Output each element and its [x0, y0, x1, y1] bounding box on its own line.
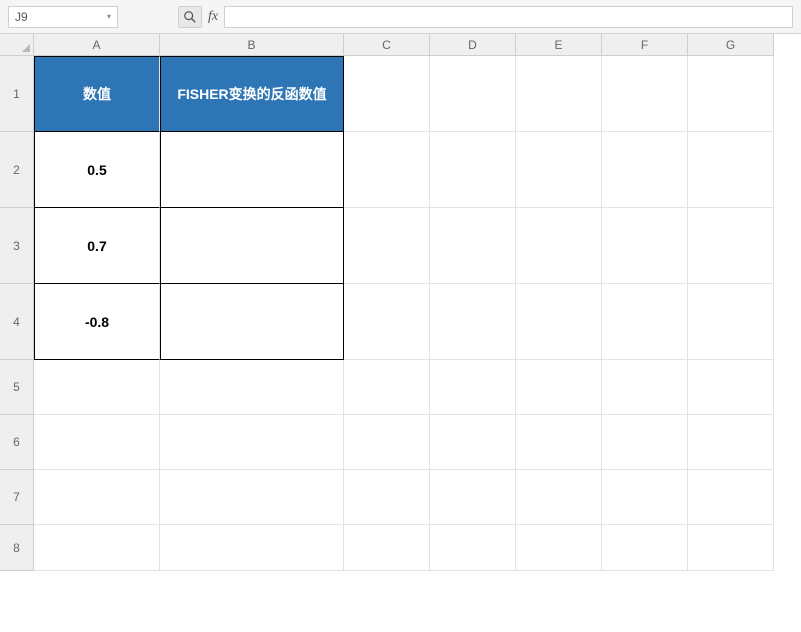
cell-B1[interactable]: FISHER变换的反函数值 [160, 56, 344, 132]
cell-C2[interactable] [344, 132, 430, 208]
col-header-C[interactable]: C [344, 34, 430, 56]
spreadsheet-grid: ABCDEFG 12345678 数值FISHER变换的反函数值0.50.7-0… [0, 34, 801, 632]
cell-E6[interactable] [516, 415, 602, 470]
cell-B5[interactable] [160, 360, 344, 415]
col-header-B[interactable]: B [160, 34, 344, 56]
cell-A3[interactable]: 0.7 [34, 208, 160, 284]
col-header-A[interactable]: A [34, 34, 160, 56]
cell-C8[interactable] [344, 525, 430, 571]
cell-C4[interactable] [344, 284, 430, 360]
cell-B6[interactable] [160, 415, 344, 470]
cell-C7[interactable] [344, 470, 430, 525]
name-box[interactable]: J9 ▾ [8, 6, 118, 28]
cell-E2[interactable] [516, 132, 602, 208]
cell-E1[interactable] [516, 56, 602, 132]
cell-E7[interactable] [516, 470, 602, 525]
cell-B8[interactable] [160, 525, 344, 571]
cell-A5[interactable] [34, 360, 160, 415]
row-header-7[interactable]: 7 [0, 470, 34, 525]
chevron-down-icon[interactable]: ▾ [107, 12, 111, 21]
cell-D4[interactable] [430, 284, 516, 360]
cell-D5[interactable] [430, 360, 516, 415]
cell-A8[interactable] [34, 525, 160, 571]
cell-A7[interactable] [34, 470, 160, 525]
column-headers: ABCDEFG [34, 34, 774, 56]
cell-G2[interactable] [688, 132, 774, 208]
cell-F3[interactable] [602, 208, 688, 284]
cell-F8[interactable] [602, 525, 688, 571]
cell-A6[interactable] [34, 415, 160, 470]
row-header-6[interactable]: 6 [0, 415, 34, 470]
cell-A1[interactable]: 数值 [34, 56, 160, 132]
cell-D2[interactable] [430, 132, 516, 208]
cell-F4[interactable] [602, 284, 688, 360]
row-header-1[interactable]: 1 [0, 56, 34, 132]
cell-C6[interactable] [344, 415, 430, 470]
cell-B4[interactable] [160, 284, 344, 360]
cell-G6[interactable] [688, 415, 774, 470]
cell-D6[interactable] [430, 415, 516, 470]
cell-E3[interactable] [516, 208, 602, 284]
cell-C5[interactable] [344, 360, 430, 415]
cell-F2[interactable] [602, 132, 688, 208]
cell-B3[interactable] [160, 208, 344, 284]
cell-D7[interactable] [430, 470, 516, 525]
col-header-D[interactable]: D [430, 34, 516, 56]
cell-F6[interactable] [602, 415, 688, 470]
col-header-G[interactable]: G [688, 34, 774, 56]
cell-G5[interactable] [688, 360, 774, 415]
cell-G7[interactable] [688, 470, 774, 525]
cell-G3[interactable] [688, 208, 774, 284]
cell-B2[interactable] [160, 132, 344, 208]
name-box-value: J9 [15, 10, 28, 24]
cell-A4[interactable]: -0.8 [34, 284, 160, 360]
formula-toolbar: J9 ▾ fx [0, 0, 801, 34]
cell-A2[interactable]: 0.5 [34, 132, 160, 208]
cell-G1[interactable] [688, 56, 774, 132]
zoom-button[interactable] [178, 6, 202, 28]
cell-D8[interactable] [430, 525, 516, 571]
row-headers: 12345678 [0, 56, 34, 571]
cell-F5[interactable] [602, 360, 688, 415]
select-all-corner[interactable] [0, 34, 34, 56]
cell-D1[interactable] [430, 56, 516, 132]
cell-E8[interactable] [516, 525, 602, 571]
cell-G4[interactable] [688, 284, 774, 360]
zoom-icon [183, 10, 197, 24]
cell-D3[interactable] [430, 208, 516, 284]
cell-C1[interactable] [344, 56, 430, 132]
cell-F1[interactable] [602, 56, 688, 132]
row-header-3[interactable]: 3 [0, 208, 34, 284]
cell-E5[interactable] [516, 360, 602, 415]
col-header-E[interactable]: E [516, 34, 602, 56]
fx-label[interactable]: fx [208, 9, 218, 25]
col-header-F[interactable]: F [602, 34, 688, 56]
row-header-2[interactable]: 2 [0, 132, 34, 208]
cell-C3[interactable] [344, 208, 430, 284]
formula-input[interactable] [224, 6, 793, 28]
row-header-4[interactable]: 4 [0, 284, 34, 360]
cell-G8[interactable] [688, 525, 774, 571]
cell-E4[interactable] [516, 284, 602, 360]
cell-F7[interactable] [602, 470, 688, 525]
cell-B7[interactable] [160, 470, 344, 525]
cell-area[interactable]: 数值FISHER变换的反函数值0.50.7-0.8 [34, 56, 774, 571]
row-header-8[interactable]: 8 [0, 525, 34, 571]
row-header-5[interactable]: 5 [0, 360, 34, 415]
